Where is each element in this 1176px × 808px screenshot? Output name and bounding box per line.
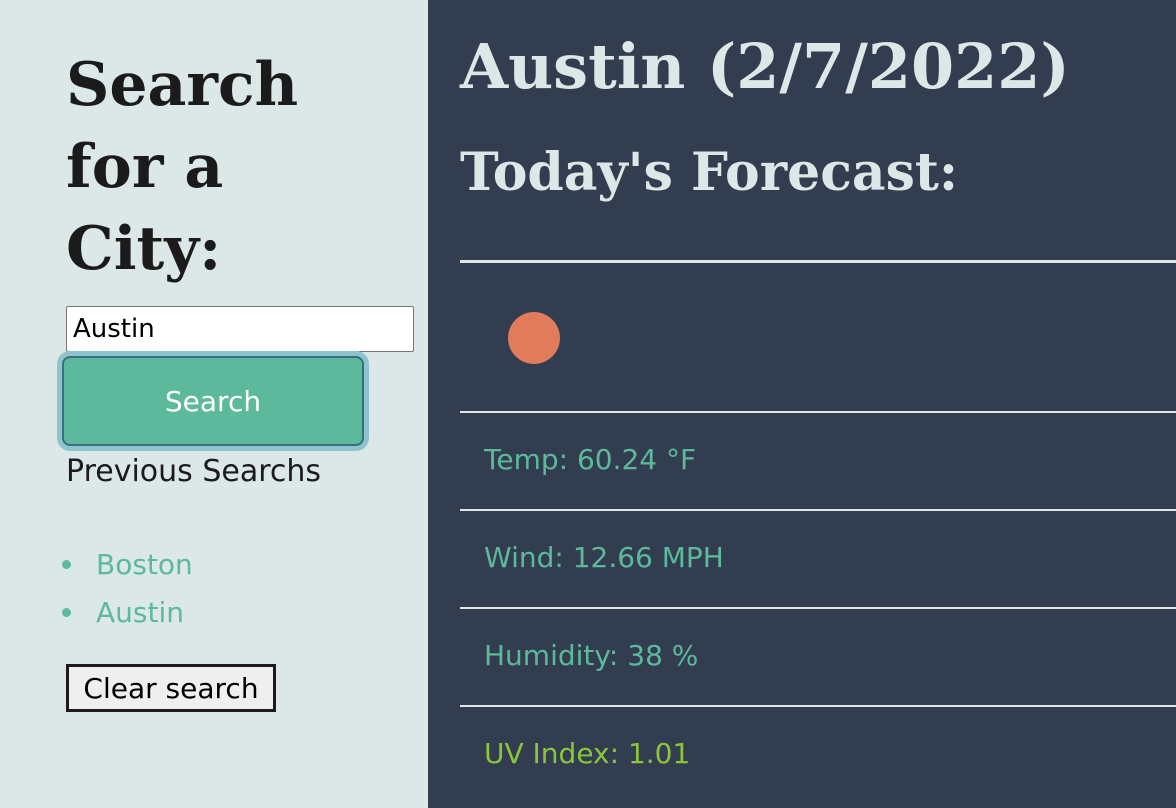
history-item-boston[interactable]: Boston xyxy=(62,540,428,588)
forecast-heading: Today's Forecast: xyxy=(460,142,959,203)
wind-value: Wind: 12.66 MPH xyxy=(484,541,724,574)
search-heading: Search for a City: xyxy=(66,50,299,284)
city-search-input[interactable] xyxy=(66,306,414,352)
temp-value: Temp: 60.24 °F xyxy=(484,443,697,476)
sidebar: Search for a City: Search Previous Searc… xyxy=(0,0,428,808)
bullet-icon xyxy=(62,607,71,617)
search-button[interactable]: Search xyxy=(62,356,364,446)
temp-row: Temp: 60.24 °F xyxy=(460,411,1176,509)
forecast-divider xyxy=(460,260,1176,263)
humidity-row: Humidity: 38 % xyxy=(460,607,1176,705)
previous-searches-label: Previous Searchs xyxy=(66,454,322,489)
search-history-list: Boston Austin xyxy=(62,540,428,636)
wind-row: Wind: 12.66 MPH xyxy=(460,509,1176,607)
bullet-icon xyxy=(62,559,71,569)
humidity-value: Humidity: 38 % xyxy=(484,639,699,672)
history-item-austin[interactable]: Austin xyxy=(62,588,428,636)
history-item-label: Boston xyxy=(96,547,193,581)
uv-index-value: UV Index: 1.01 xyxy=(484,737,691,770)
clear-search-button[interactable]: Clear search xyxy=(66,664,276,712)
forecast-panel: Austin (2/7/2022) Today's Forecast: Temp… xyxy=(428,0,1176,808)
sun-icon xyxy=(508,312,560,364)
uv-row: UV Index: 1.01 xyxy=(460,705,1176,803)
city-date-title: Austin (2/7/2022) xyxy=(460,30,1070,103)
history-item-label: Austin xyxy=(96,595,184,629)
